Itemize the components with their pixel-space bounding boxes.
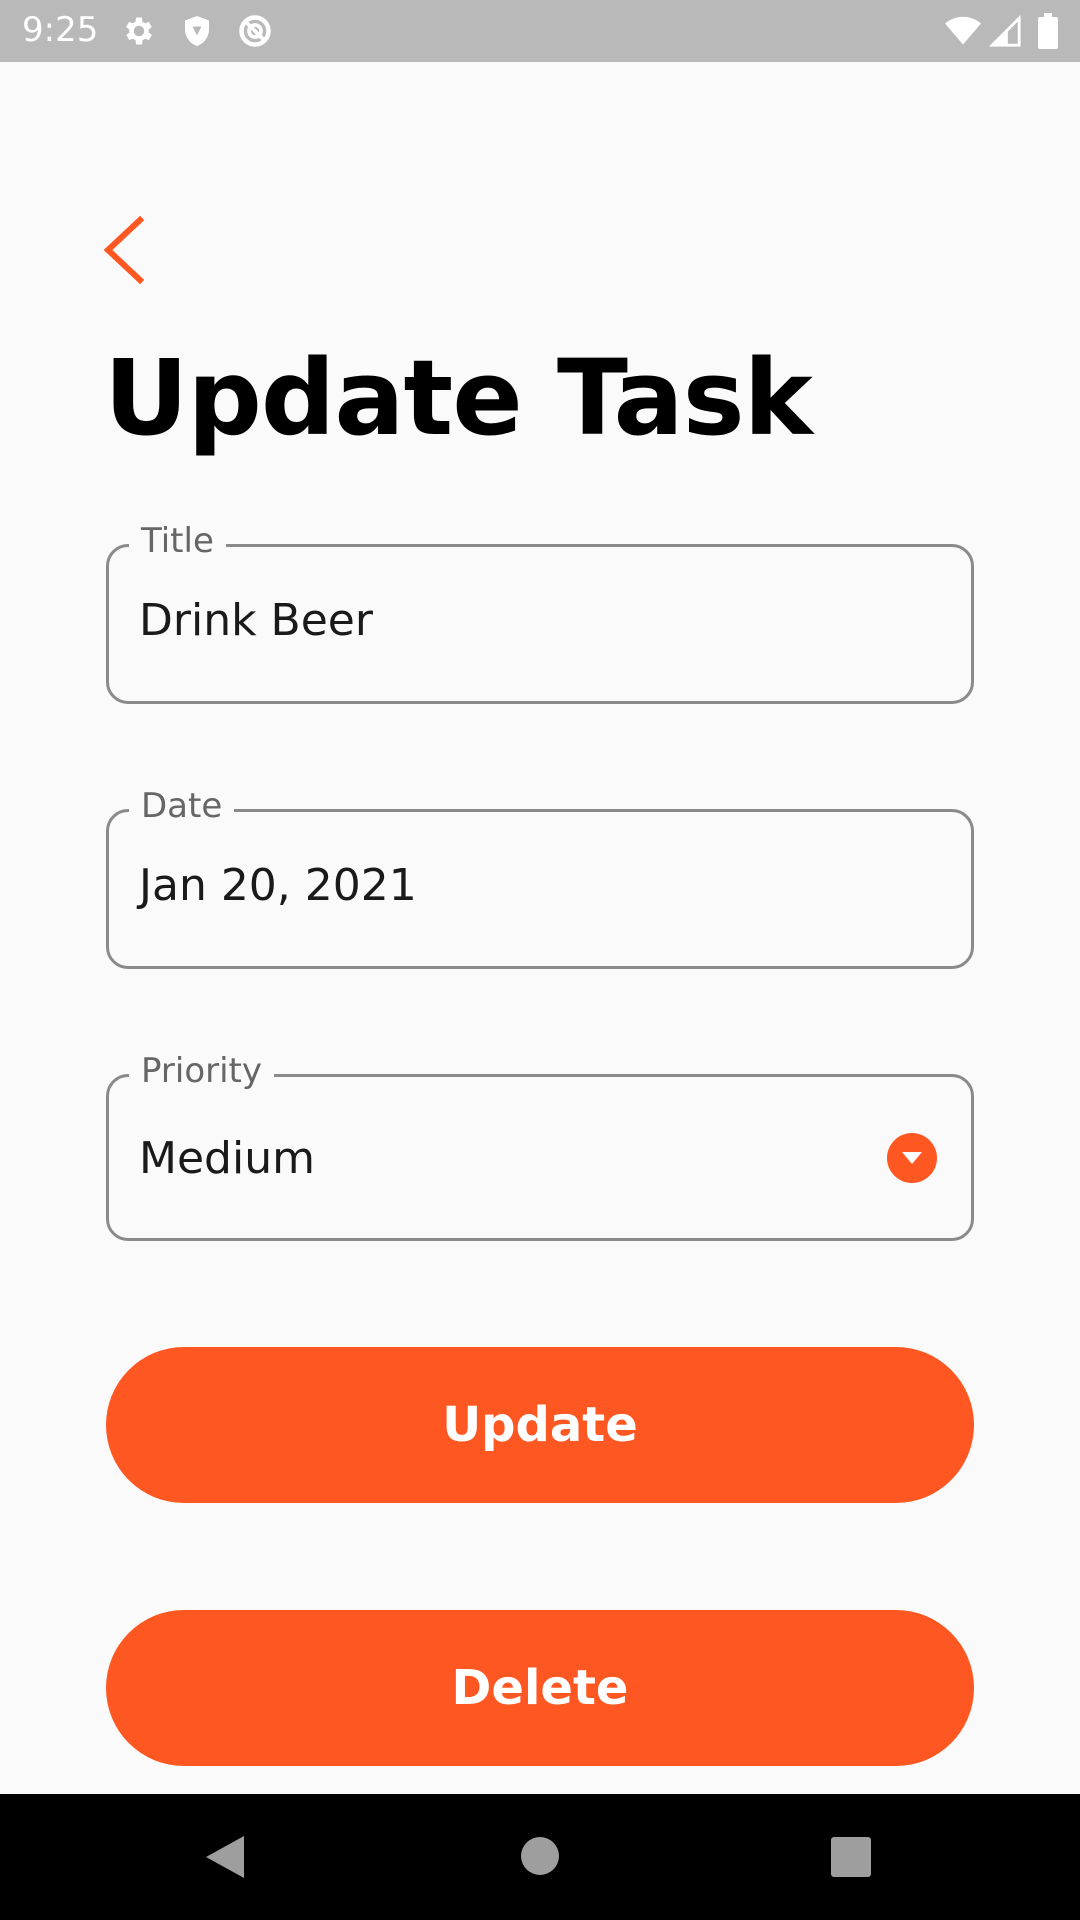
date-field-label: Date [129,784,235,828]
date-field-value[interactable]: Jan 20, 2021 [139,858,417,914]
navigation-bar [0,1794,1080,1920]
priority-dropdown-label: Priority [129,1049,275,1093]
title-field[interactable]: Title Drink Beer [106,519,974,704]
update-button[interactable]: Update [106,1347,974,1503]
signal-icon [988,13,1024,49]
status-time: 9:25 [22,10,99,50]
recents-icon[interactable] [830,1836,872,1882]
do-not-disturb-icon [237,13,273,49]
page-title: Update Task [104,337,813,459]
shield-icon [179,13,215,49]
date-field[interactable]: Date Jan 20, 2021 [106,784,974,969]
back-button[interactable] [96,210,156,290]
delete-button[interactable]: Delete [106,1610,974,1766]
title-field-label: Title [129,519,226,563]
back-icon[interactable] [204,1834,246,1884]
update-button-label: Update [442,1397,638,1453]
chevron-left-icon [96,215,156,294]
battery-icon [1038,13,1058,49]
priority-dropdown-value: Medium [139,1133,315,1184]
status-bar: 9:25 [0,0,1080,62]
priority-dropdown[interactable]: Priority Medium [106,1049,974,1241]
settings-icon [121,13,157,49]
delete-button-label: Delete [451,1660,629,1716]
title-field-value[interactable]: Drink Beer [139,593,373,649]
home-icon[interactable] [520,1836,560,1880]
dropdown-arrow-icon[interactable] [887,1133,937,1183]
wifi-icon [944,13,982,49]
